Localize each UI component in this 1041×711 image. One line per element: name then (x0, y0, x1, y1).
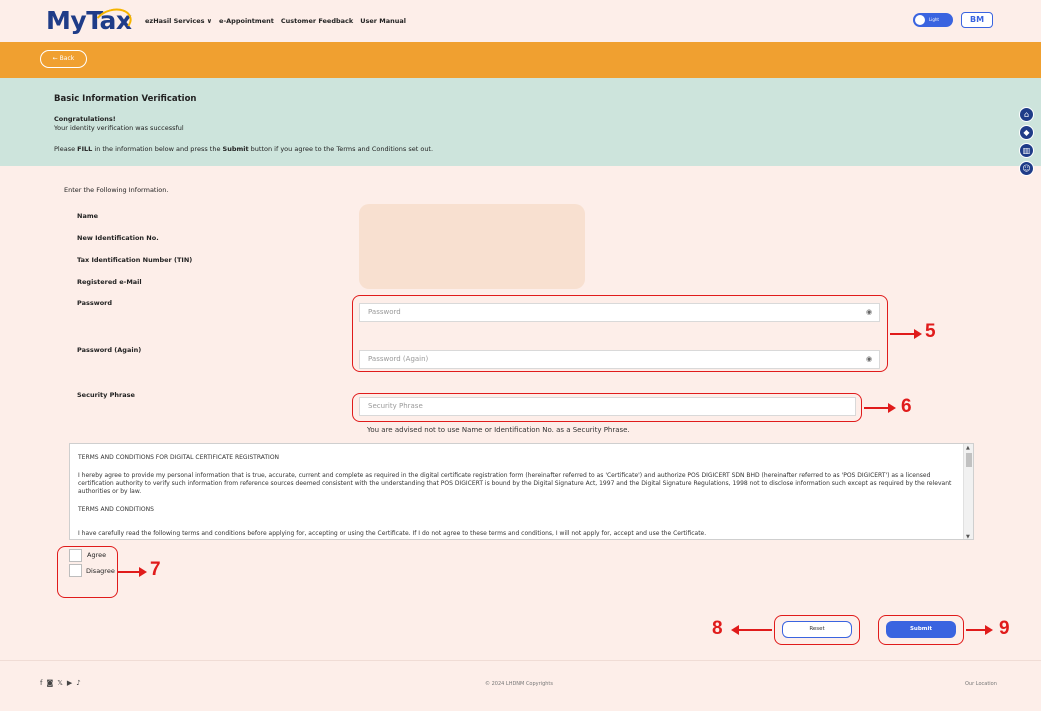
home-icon[interactable]: ⌂ (1019, 107, 1034, 122)
terms-heading: TERMS AND CONDITIONS FOR DIGITAL CERTIFI… (78, 454, 280, 461)
top-header: MyTax ezHasil Services ∨ e-Appointment C… (0, 0, 1041, 42)
tin-label: Tax Identification Number (TIN) (77, 256, 193, 264)
terms-heading-2: TERMS AND CONDITIONS (78, 506, 154, 513)
scroll-down-icon[interactable]: ▼ (966, 534, 970, 539)
toggle-label: Light (929, 17, 939, 22)
callout-arrow-8 (731, 625, 772, 635)
nric-label: New Identification No. (77, 234, 159, 242)
callout-arrow-7 (118, 567, 147, 577)
tiktok-icon[interactable]: ♪ (76, 679, 80, 687)
callout-arrow-6 (864, 403, 896, 413)
nav-ezhasil-services[interactable]: ezHasil Services ∨ (145, 17, 212, 25)
callout-number-9: 9 (999, 618, 1010, 639)
callout-box-5 (352, 295, 888, 372)
copyright-text: © 2024 LHDNM Copyrights (485, 681, 553, 687)
instr-fill: FILL (77, 145, 93, 153)
footer-divider (0, 660, 1041, 661)
x-icon[interactable]: 𝕏 (57, 679, 63, 687)
support-icon[interactable]: ☺ (1019, 161, 1034, 176)
theme-toggle[interactable]: Light (913, 13, 953, 27)
scroll-up-icon[interactable]: ▲ (966, 445, 970, 451)
email-label: Registered e-Mail (77, 278, 142, 286)
instr-part: in the information below and press the (92, 145, 223, 153)
form-heading: Enter the Following Information. (64, 186, 169, 194)
nav-user-manual[interactable]: User Manual (360, 17, 406, 25)
callout-number-8: 8 (712, 618, 723, 639)
success-text: Your identity verification was successfu… (54, 124, 184, 132)
mytax-logo[interactable]: MyTax (46, 4, 135, 40)
terms-scrollbar[interactable]: ▲ ▼ (963, 444, 973, 539)
redacted-user-info (359, 204, 585, 289)
bell-icon[interactable]: ◆ (1019, 125, 1034, 140)
instr-part: button if you agree to the Terms and Con… (248, 145, 434, 153)
instruction-text: Please FILL in the information below and… (54, 145, 433, 153)
nav-e-appointment[interactable]: e-Appointment (219, 17, 274, 25)
instr-part: Please (54, 145, 78, 153)
scroll-thumb[interactable] (966, 453, 972, 467)
name-label: Name (77, 212, 99, 220)
callout-number-6: 6 (901, 396, 912, 417)
action-bar: ← Back (0, 42, 1041, 78)
password-label: Password (77, 299, 113, 307)
terms-paragraph-2: I have carefully read the following term… (78, 530, 707, 537)
callout-box-9 (878, 615, 964, 645)
password-again-label: Password (Again) (77, 346, 142, 354)
instagram-icon[interactable]: ◙ (46, 679, 53, 687)
social-links: f ◙ 𝕏 ▶ ♪ (40, 679, 81, 687)
callout-arrow-5 (890, 329, 922, 339)
security-advice-text: You are advised not to use Name or Ident… (367, 426, 630, 434)
callout-arrow-9 (966, 625, 993, 635)
callout-box-6 (352, 393, 862, 422)
terms-box[interactable]: TERMS AND CONDITIONS FOR DIGITAL CERTIFI… (69, 443, 974, 540)
callout-box-7 (57, 546, 118, 598)
intro-panel: Basic Information Verification Congratul… (0, 78, 1041, 166)
security-phrase-label: Security Phrase (77, 391, 135, 399)
facebook-icon[interactable]: f (40, 679, 42, 687)
main-nav: ezHasil Services ∨ e-Appointment Custome… (145, 17, 406, 25)
terms-paragraph-1: I hereby agree to provide my personal in… (78, 472, 952, 495)
logo-prefix: My (46, 6, 87, 35)
instr-submit: Submit (222, 145, 249, 153)
callout-box-8 (774, 615, 860, 645)
back-button[interactable]: ← Back (40, 50, 87, 68)
page-title: Basic Information Verification (54, 94, 197, 104)
callout-number-7: 7 (150, 559, 161, 580)
language-button[interactable]: BM (961, 12, 993, 28)
side-quick-links: ⌂ ◆ ▥ ☺ (1019, 107, 1034, 176)
nav-customer-feedback[interactable]: Customer Feedback (281, 17, 353, 25)
youtube-icon[interactable]: ▶ (67, 679, 72, 687)
toggle-knob (915, 15, 925, 25)
our-location-link[interactable]: Our Location (965, 681, 997, 687)
book-icon[interactable]: ▥ (1019, 143, 1034, 158)
congrats-text: Congratulations! (54, 115, 116, 123)
callout-number-5: 5 (925, 321, 936, 342)
